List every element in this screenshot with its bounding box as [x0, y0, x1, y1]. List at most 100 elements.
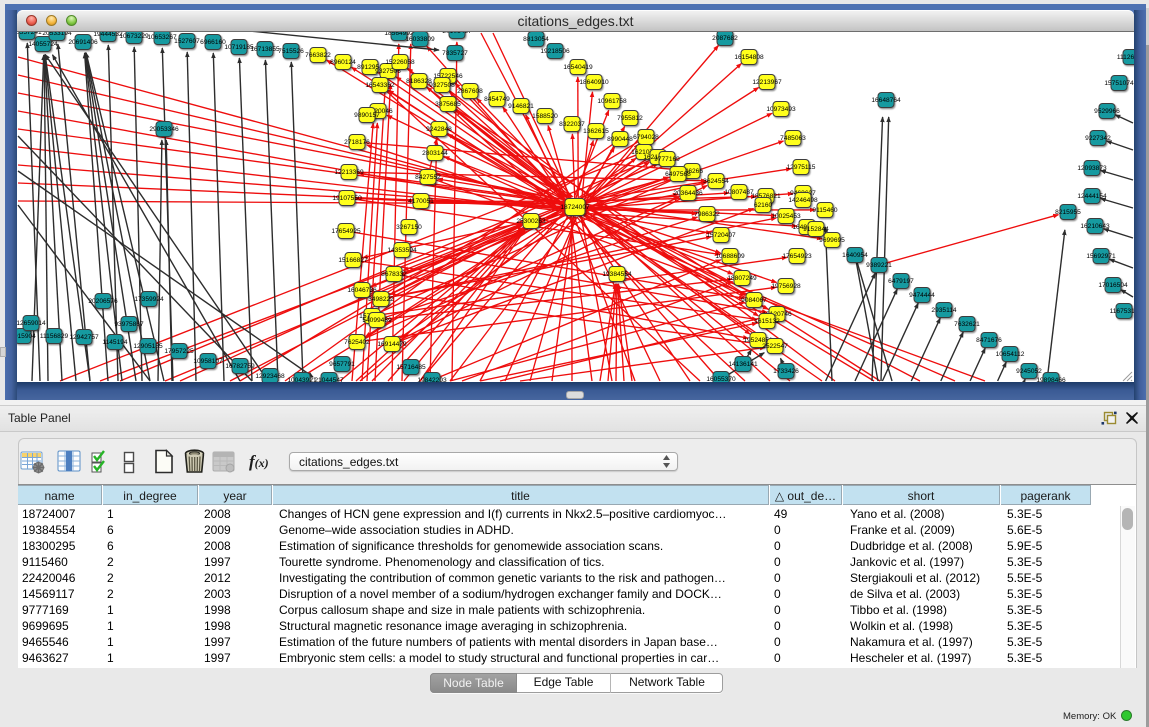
- svg-text:16210643: 16210643: [1080, 223, 1110, 230]
- svg-text:11675317: 11675317: [1110, 308, 1134, 315]
- svg-text:8471676: 8471676: [976, 337, 1002, 344]
- svg-text:7515526: 7515526: [278, 48, 304, 55]
- svg-text:15751074: 15751074: [1104, 80, 1134, 87]
- svg-text:7632621: 7632621: [954, 321, 980, 328]
- svg-text:20557241: 20557241: [17, 32, 42, 36]
- svg-text:10653267: 10653267: [147, 34, 177, 41]
- svg-text:18640910: 18640910: [579, 79, 609, 86]
- svg-text:8215955: 8215955: [1055, 209, 1081, 216]
- svg-text:17359924: 17359924: [134, 296, 164, 303]
- svg-text:12659014: 12659014: [17, 320, 46, 327]
- svg-text:9327508: 9327508: [429, 82, 455, 89]
- svg-text:8813054: 8813054: [523, 36, 549, 43]
- svg-text:10958107: 10958107: [193, 358, 223, 365]
- svg-text:12923468: 12923468: [255, 373, 285, 380]
- svg-text:12213369: 12213369: [334, 169, 364, 176]
- svg-text:2087682: 2087682: [712, 35, 738, 42]
- svg-text:16046736: 16046736: [347, 287, 377, 294]
- svg-text:2718176: 2718176: [344, 139, 370, 146]
- svg-text:15166827: 15166827: [338, 257, 368, 264]
- svg-text:9245052: 9245052: [1016, 368, 1042, 375]
- svg-text:10961758: 10961758: [597, 98, 627, 105]
- svg-text:7663822: 7663822: [305, 52, 331, 59]
- svg-text:14136141: 14136141: [728, 361, 758, 368]
- svg-text:9152844: 9152844: [803, 226, 829, 233]
- svg-text:12905185: 12905185: [133, 343, 163, 350]
- svg-text:9115460: 9115460: [812, 207, 838, 214]
- svg-text:4170051: 4170051: [408, 198, 434, 205]
- svg-text:15692971: 15692971: [1086, 253, 1116, 260]
- svg-text:21044547: 21044547: [314, 377, 344, 382]
- svg-text:10025453: 10025453: [771, 213, 801, 220]
- svg-text:8678332: 8678332: [381, 271, 407, 278]
- svg-text:19384554: 19384554: [602, 271, 632, 278]
- svg-text:2803144: 2803144: [422, 150, 448, 157]
- svg-text:7955812: 7955812: [617, 115, 643, 122]
- svg-text:1733426: 1733426: [773, 368, 799, 375]
- svg-text:10807487: 10807487: [724, 189, 754, 196]
- svg-text:1527607: 1527607: [174, 38, 200, 45]
- svg-text:3875685: 3875685: [435, 101, 461, 108]
- svg-text:20691406: 20691406: [68, 39, 98, 46]
- svg-text:1588520: 1588520: [532, 113, 558, 120]
- svg-text:19756928: 19756928: [771, 283, 801, 290]
- svg-text:9146821: 9146821: [508, 103, 534, 110]
- svg-text:10688609: 10688609: [715, 253, 745, 260]
- svg-text:1640954: 1640954: [842, 252, 868, 259]
- svg-text:29053346: 29053346: [149, 126, 179, 133]
- svg-text:6479197: 6479197: [888, 278, 914, 285]
- svg-text:16782759: 16782759: [225, 363, 255, 370]
- svg-text:11156829: 11156829: [40, 333, 69, 340]
- svg-text:10673229: 10673229: [119, 33, 149, 40]
- svg-text:9084067: 9084067: [741, 297, 767, 304]
- svg-text:12093873: 12093873: [1077, 165, 1107, 172]
- svg-text:8960124: 8960124: [330, 59, 356, 66]
- svg-text:2522547: 2522547: [762, 343, 788, 350]
- svg-text:19898466: 19898466: [1036, 377, 1066, 382]
- svg-text:16543362: 16543362: [365, 82, 395, 89]
- svg-text:9890157: 9890157: [354, 112, 380, 119]
- svg-text:10654112: 10654112: [996, 351, 1025, 358]
- svg-text:25300263: 25300263: [516, 218, 546, 225]
- svg-text:19218506: 19218506: [540, 48, 570, 55]
- svg-text:14246498: 14246498: [788, 197, 818, 204]
- svg-text:6966160: 6966160: [200, 39, 226, 46]
- svg-text:18724007: 18724007: [560, 204, 590, 211]
- svg-text:8322037: 8322037: [559, 121, 585, 128]
- svg-text:17654925: 17654925: [331, 228, 361, 235]
- svg-text:1362615: 1362615: [583, 128, 609, 135]
- svg-text:6497568: 6497568: [665, 171, 691, 178]
- svg-text:9529966: 9529966: [1094, 108, 1120, 115]
- svg-text:7835727: 7835727: [442, 50, 468, 57]
- svg-text:15716485: 15716485: [396, 364, 426, 371]
- svg-text:19842203: 19842203: [417, 377, 447, 382]
- svg-text:9777169: 9777169: [654, 156, 680, 163]
- svg-text:54099489: 54099489: [362, 317, 392, 324]
- svg-text:7986322: 7986322: [694, 211, 720, 218]
- svg-text:8990448: 8990448: [607, 136, 633, 143]
- svg-text:19107550: 19107550: [332, 195, 362, 202]
- svg-text:17016504: 17016504: [1098, 282, 1128, 289]
- svg-text:17654923: 17654923: [782, 253, 812, 260]
- svg-text:16713855: 16713855: [250, 46, 280, 53]
- svg-text:8454749: 8454749: [484, 96, 510, 103]
- svg-text:93975867: 93975867: [114, 321, 144, 328]
- svg-text:12942757: 12942757: [69, 334, 99, 341]
- svg-text:10973493: 10973493: [766, 106, 796, 113]
- svg-text:14055724: 14055724: [28, 41, 58, 48]
- svg-text:16648764: 16648764: [871, 97, 901, 104]
- svg-text:3915904: 3915904: [17, 333, 36, 340]
- svg-text:10043921: 10043921: [287, 377, 317, 382]
- svg-text:12444154: 12444154: [1077, 193, 1107, 200]
- svg-text:9227342: 9227342: [1085, 135, 1111, 142]
- svg-text:20364436: 20364436: [673, 190, 703, 197]
- svg-text:20533194: 20533194: [42, 32, 72, 37]
- svg-text:62160: 62160: [754, 202, 773, 209]
- svg-text:8427552: 8427552: [415, 174, 441, 181]
- svg-text:3624554: 3624554: [703, 178, 729, 185]
- svg-text:20206576: 20206576: [88, 298, 118, 305]
- svg-text:11126521: 11126521: [1117, 54, 1134, 61]
- svg-text:9242848: 9242848: [426, 126, 452, 133]
- svg-text:9474444: 9474444: [909, 292, 935, 299]
- svg-text:16154808: 16154808: [734, 54, 764, 61]
